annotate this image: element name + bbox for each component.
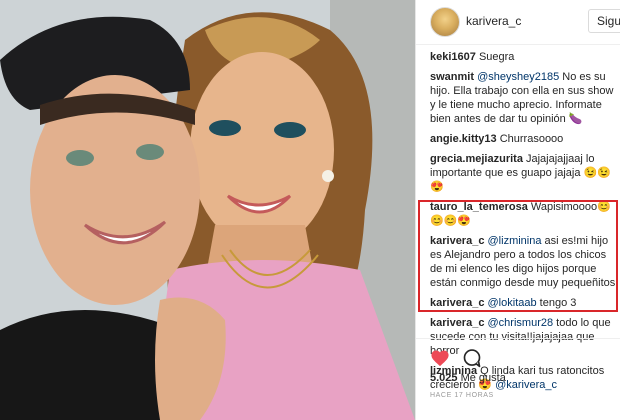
post-header: karivera_c Sigue <box>416 0 620 45</box>
post-photo <box>0 0 415 420</box>
comment-mention[interactable]: @lokitaab <box>488 297 537 309</box>
likes-label: Me gusta <box>460 372 506 384</box>
comment-text: tengo 3 <box>536 297 577 309</box>
comment-user[interactable]: angie.kitty13 <box>430 133 497 145</box>
comment-user[interactable]: karivera_c <box>430 235 484 247</box>
avatar[interactable] <box>430 7 460 37</box>
comment-mention[interactable]: @lizminina <box>488 235 542 247</box>
comment: karivera_c @lokitaab tengo 3 <box>430 296 616 310</box>
comment-user[interactable]: swanmit <box>430 71 474 83</box>
comment: tauro_la_temerosa Wapisimoooo😊😊😊😍 <box>430 200 616 228</box>
photo-illustration <box>0 0 415 420</box>
comment-user[interactable]: grecia.mejiazurita <box>430 153 523 165</box>
comment: keki1607 Suegra <box>430 50 616 64</box>
follow-button[interactable]: Sigue <box>588 9 620 33</box>
comment: grecia.mejiazurita Jajajajajjaaj lo impo… <box>430 152 616 194</box>
post-sidebar: karivera_c Sigue keki1607 Suegra swanmit… <box>415 0 620 420</box>
comment-user[interactable]: karivera_c <box>430 297 484 309</box>
comment-mention[interactable]: @chrismur28 <box>488 317 554 329</box>
comment-text: Suegra <box>475 51 515 63</box>
heart-icon[interactable] <box>430 349 450 367</box>
comment-user[interactable]: tauro_la_temerosa <box>430 201 528 213</box>
post-timestamp: HACE 17 HORAS <box>430 392 494 399</box>
comment: swanmit @sheyshey2185 No es su hijo. Ell… <box>430 70 616 126</box>
comment-mention[interactable]: @sheyshey2185 <box>477 71 559 83</box>
comment-text: Churrasoooo <box>496 133 564 145</box>
comment-user[interactable]: keki1607 <box>430 51 476 63</box>
comment: karivera_c @lizminina asi es!mi hijo es … <box>430 234 616 290</box>
comment-user[interactable]: karivera_c <box>430 317 484 329</box>
likes-count[interactable]: 5.025 Me gusta <box>430 372 506 384</box>
likes-number: 5.025 <box>430 372 458 384</box>
post-username[interactable]: karivera_c <box>466 14 521 28</box>
comment-icon[interactable] <box>462 348 482 368</box>
comment: angie.kitty13 Churrasoooo <box>430 132 616 146</box>
